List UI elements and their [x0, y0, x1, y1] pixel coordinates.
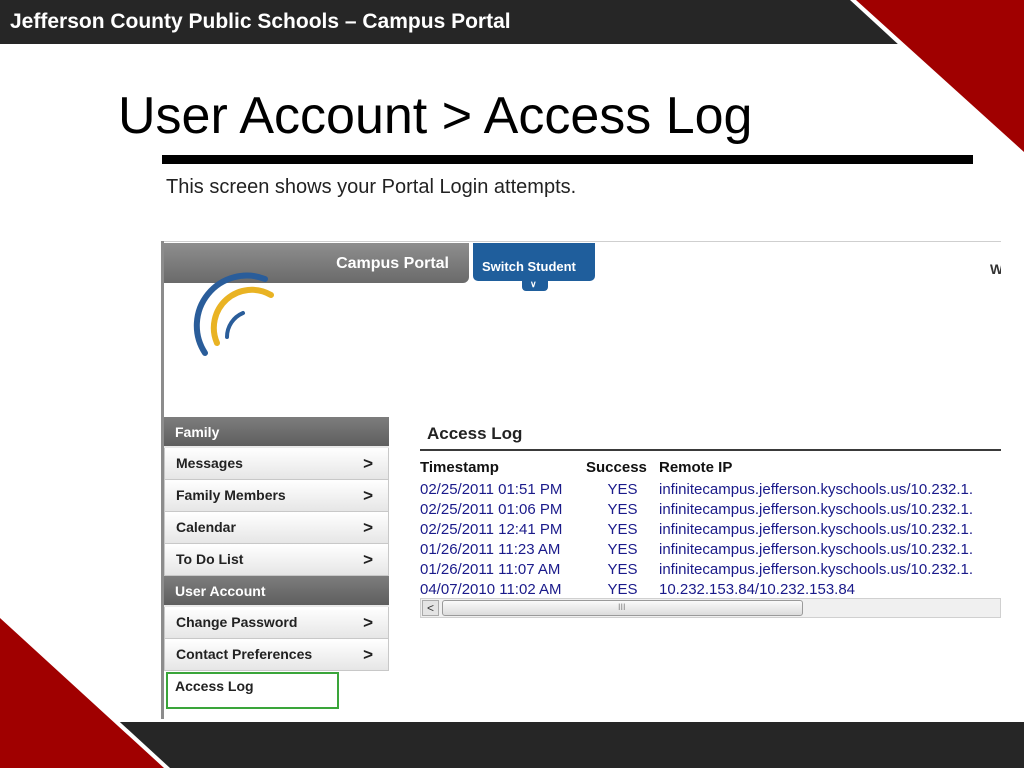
cell-success: YES: [607, 580, 638, 598]
sidebar-item-label: To Do List: [176, 551, 244, 567]
cut-off-welcome-text: W: [990, 261, 1001, 277]
column-header-timestamp[interactable]: Timestamp: [420, 457, 586, 479]
sidebar-item-change-password[interactable]: Change Password >: [164, 607, 389, 639]
chevron-right-icon: >: [363, 645, 373, 664]
cell-remote-ip: infinitecampus.jefferson.kyschools.us/10…: [659, 480, 974, 498]
table-row: 02/25/2011 01:51 PM YES infinitecampus.j…: [420, 479, 973, 499]
column-header-success[interactable]: Success: [586, 457, 659, 479]
sidebar-item-family-members[interactable]: Family Members >: [164, 480, 389, 512]
bottom-left-corner-decoration: [0, 612, 170, 768]
portal-screenshot: Campus Portal Switch Student ∨ W Family …: [161, 241, 1001, 719]
table-row: 02/25/2011 01:06 PM YES infinitecampus.j…: [420, 499, 973, 519]
top-right-corner-decoration: [850, 0, 1024, 160]
sidebar-item-to-do-list[interactable]: To Do List >: [164, 544, 389, 576]
cell-success: YES: [607, 540, 638, 558]
access-log-table: Timestamp Success Remote IP 02/25/2011 0…: [420, 457, 973, 599]
cell-timestamp: 01/26/2011 11:23 AM: [420, 540, 561, 558]
cell-timestamp: 02/25/2011 01:51 PM: [420, 480, 563, 498]
grip-icon: III: [618, 602, 626, 612]
table-row: 01/26/2011 11:23 AM YES infinitecampus.j…: [420, 539, 973, 559]
chevron-right-icon: >: [363, 518, 373, 537]
access-log-highlight-box: [166, 672, 339, 709]
chevron-right-icon: >: [363, 613, 373, 632]
cell-success: YES: [607, 500, 638, 518]
slide-caption: This screen shows your Portal Login atte…: [166, 176, 577, 198]
chevron-right-icon: >: [363, 486, 373, 505]
sidebar-item-messages[interactable]: Messages >: [164, 448, 389, 480]
screenshot-top-border: [161, 241, 1001, 242]
sidebar-header-family: Family: [164, 417, 389, 448]
slide-header-title: Jefferson County Public Schools – Campus…: [10, 10, 511, 33]
cell-timestamp: 02/25/2011 12:41 PM: [420, 520, 563, 538]
table-header-row: Timestamp Success Remote IP: [420, 457, 973, 479]
chevron-down-icon: ∨: [530, 279, 537, 289]
scrollbar-thumb[interactable]: III: [442, 600, 803, 616]
cell-remote-ip: infinitecampus.jefferson.kyschools.us/10…: [659, 520, 974, 538]
scroll-left-arrow-icon[interactable]: <: [422, 600, 439, 616]
cell-remote-ip: infinitecampus.jefferson.kyschools.us/10…: [659, 560, 974, 578]
access-log-title-rule: [420, 449, 1001, 451]
cell-timestamp: 02/25/2011 01:06 PM: [420, 500, 563, 518]
cell-success: YES: [607, 480, 638, 498]
cell-timestamp: 01/26/2011 11:07 AM: [420, 560, 561, 578]
cell-timestamp: 04/07/2010 11:02 AM: [420, 580, 562, 598]
sidebar-item-label: Change Password: [176, 614, 298, 630]
sidebar-header-user-account: User Account: [164, 576, 389, 607]
access-log-title: Access Log: [427, 424, 523, 443]
sidebar-item-label: Messages: [176, 455, 243, 471]
cell-remote-ip: infinitecampus.jefferson.kyschools.us/10…: [659, 540, 974, 558]
switch-student-dropdown-tab[interactable]: ∨: [522, 279, 548, 291]
sidebar-item-label: Family Members: [176, 487, 286, 503]
title-underline: [162, 155, 973, 164]
column-header-remote-ip[interactable]: Remote IP: [659, 457, 973, 479]
sidebar-item-contact-preferences[interactable]: Contact Preferences >: [164, 639, 389, 671]
horizontal-scrollbar[interactable]: < III: [420, 598, 1001, 618]
table-row: 02/25/2011 12:41 PM YES infinitecampus.j…: [420, 519, 973, 539]
switch-student-button[interactable]: Switch Student ∨: [473, 243, 595, 291]
chevron-right-icon: >: [363, 550, 373, 569]
table-row: 01/26/2011 11:07 AM YES infinitecampus.j…: [420, 559, 973, 579]
campus-portal-label: Campus Portal: [336, 255, 449, 272]
portal-sidebar: Family Messages > Family Members > Calen…: [164, 417, 389, 703]
cell-success: YES: [607, 560, 638, 578]
table-row: 04/07/2010 11:02 AM YES 10.232.153.84/10…: [420, 579, 973, 599]
sidebar-item-label: Calendar: [176, 519, 236, 535]
sidebar-item-calendar[interactable]: Calendar >: [164, 512, 389, 544]
chevron-right-icon: >: [363, 454, 373, 473]
cell-success: YES: [607, 520, 638, 538]
cell-remote-ip: 10.232.153.84/10.232.153.84: [659, 580, 856, 598]
slide-title: User Account > Access Log: [118, 87, 753, 145]
cell-remote-ip: infinitecampus.jefferson.kyschools.us/10…: [659, 500, 974, 518]
campus-logo-icon: [193, 272, 274, 356]
sidebar-item-label: Contact Preferences: [176, 646, 313, 662]
switch-student-label: Switch Student: [482, 259, 576, 274]
